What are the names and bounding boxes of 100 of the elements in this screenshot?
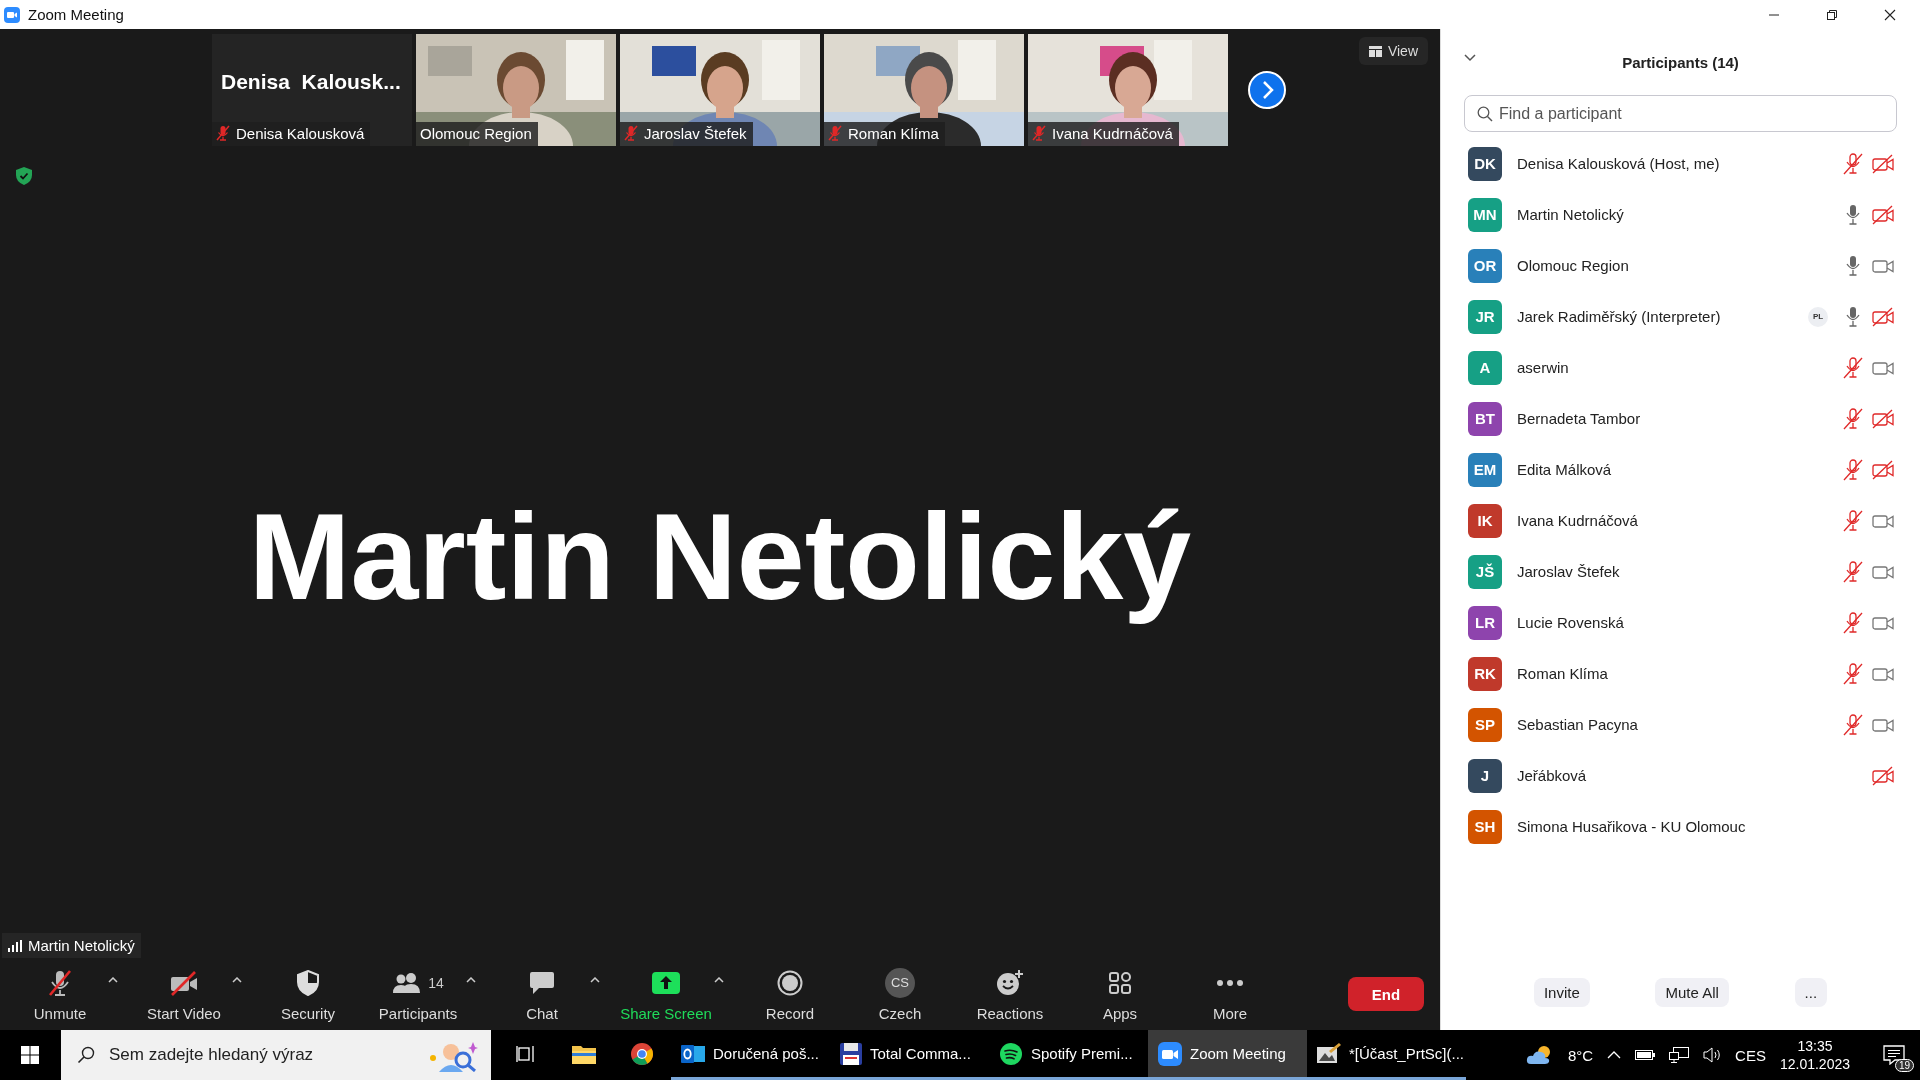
participant-name: Lucie Rovenská [1517, 614, 1625, 631]
participant-row[interactable]: DK Denisa Kalousková (Host, me) [1441, 138, 1920, 189]
camera-off-icon[interactable] [1872, 408, 1894, 429]
avatar: IK [1468, 503, 1502, 538]
muted-mic-icon[interactable] [1843, 509, 1863, 532]
toolbar-button[interactable]: Share Screen [618, 964, 714, 1024]
participant-row[interactable]: LR Lucie Rovenská [1441, 597, 1920, 648]
chevron-up-icon[interactable] [1607, 1051, 1622, 1059]
camera-off-icon[interactable] [1872, 306, 1894, 327]
avatar: JŠ [1468, 554, 1502, 589]
shield-icon [297, 969, 319, 996]
muted-mic-icon[interactable] [1843, 713, 1863, 736]
temperature[interactable]: 8°C [1567, 1046, 1594, 1064]
muted-mic-icon[interactable] [1843, 152, 1863, 175]
participant-name: Jaroslav Štefek [1517, 563, 1621, 580]
participant-name: Sebastian Pacyna [1517, 716, 1639, 733]
taskbar-button[interactable]: Total Comma... [830, 1030, 989, 1080]
close-icon[interactable] [1884, 8, 1896, 21]
windows-start-icon[interactable] [21, 1046, 39, 1064]
caret-icon[interactable] [108, 976, 118, 983]
speaker-name: Martin Netolický [248, 487, 1192, 627]
video-camera-icon [1158, 1041, 1182, 1066]
panel-button[interactable]: ... [1794, 977, 1828, 1007]
task-view-icon [516, 1044, 536, 1063]
camera-off-icon[interactable] [1872, 459, 1894, 480]
share-screen-icon [652, 971, 680, 994]
camera-off-icon[interactable] [1872, 204, 1894, 225]
participant-name: Bernadeta Tambor [1517, 410, 1642, 427]
shield-icon [16, 167, 32, 185]
participant-row[interactable]: A aserwin [1441, 342, 1920, 393]
folder-icon [572, 1043, 596, 1064]
taskbar-button[interactable]: *[Účast_PrtSc](... [1307, 1030, 1466, 1080]
taskbar-button[interactable]: Doručená poš... [671, 1030, 830, 1080]
toolbar-button[interactable]: Security [260, 964, 356, 1024]
caret-icon[interactable] [466, 976, 476, 983]
panel-button[interactable]: Mute All [1655, 977, 1729, 1007]
toolbar-button[interactable]: CS Czech [852, 964, 948, 1024]
panel-title: Participants (14) [1622, 53, 1739, 71]
input-language[interactable]: CES [1735, 1046, 1766, 1064]
caret-icon[interactable] [714, 976, 724, 983]
muted-mic-icon[interactable] [1843, 407, 1863, 430]
toolbar-button[interactable]: 14 Participants [370, 964, 466, 1024]
participant-row[interactable]: SH Simona Husařikova - KU Olomouc [1441, 801, 1920, 852]
participant-name: Denisa Kalousková (Host, me) [1517, 155, 1721, 172]
avatar: LR [1468, 605, 1502, 640]
clock[interactable]: 13:35 12.01.2023 [1779, 1037, 1850, 1073]
search-icon [77, 1046, 95, 1064]
chat-bubble-icon [529, 970, 555, 995]
toolbar-button[interactable]: Chat [494, 964, 590, 1024]
participant-name: Roman Klíma [848, 124, 939, 142]
avatar: BT [1468, 401, 1502, 436]
avatar: OR [1468, 248, 1502, 283]
caret-icon[interactable] [590, 976, 600, 983]
participant-count: 14 [428, 974, 444, 991]
toolbar-button[interactable]: Unmute [12, 964, 108, 1024]
participant-row[interactable]: JŠ Jaroslav Štefek [1441, 546, 1920, 597]
clock-time: 13:35 [1797, 1037, 1833, 1055]
chevron-icon[interactable] [1464, 54, 1476, 62]
participant-row[interactable]: SP Sebastian Pacyna [1441, 699, 1920, 750]
muted-mic-icon[interactable] [1843, 662, 1863, 685]
participant-row[interactable]: JR Jarek Radiměřský (Interpreter) PL [1441, 291, 1920, 342]
participant-row[interactable]: J Jeřábková [1441, 750, 1920, 801]
toolbar-button[interactable]: Start Video [136, 964, 232, 1024]
participant-row[interactable]: RK Roman Klíma [1441, 648, 1920, 699]
avatar: EM [1468, 452, 1502, 487]
muted-mic-icon[interactable] [1843, 560, 1863, 583]
record-icon [777, 969, 803, 996]
participant-row[interactable]: BT Bernadeta Tambor [1441, 393, 1920, 444]
more-icon [1216, 978, 1244, 987]
camera-off-icon[interactable] [1872, 153, 1894, 174]
camera-off-icon[interactable] [1872, 765, 1894, 786]
toolbar-button[interactable]: More [1182, 964, 1278, 1024]
participant-name: Jeřábková [1517, 767, 1588, 784]
muted-mic-icon[interactable] [1843, 458, 1863, 481]
taskbar-button[interactable]: Zoom Meeting [1148, 1030, 1307, 1080]
participant-name: Edita Málková [1517, 461, 1613, 478]
smiley-icon [996, 968, 1024, 997]
panel-button[interactable]: Invite [1533, 977, 1590, 1007]
network-icon[interactable] [1669, 1047, 1690, 1063]
participant-row[interactable]: EM Edita Málková [1441, 444, 1920, 495]
toolbar-button[interactable]: Record [742, 964, 838, 1024]
language-badge: PL [1808, 306, 1828, 327]
view-button[interactable]: View [1358, 37, 1428, 65]
search-field[interactable]: Sem zadejte hledaný výraz [61, 1030, 491, 1080]
end-button[interactable]: End [1348, 977, 1424, 1011]
restore-icon[interactable] [1826, 8, 1838, 21]
battery-icon[interactable] [1635, 1049, 1656, 1061]
participant-name: Jarek Radiměřský (Interpreter) [1517, 308, 1722, 325]
volume-icon[interactable] [1703, 1047, 1722, 1063]
toolbar-button[interactable]: Reactions [962, 964, 1058, 1024]
toolbar-button[interactable]: Apps [1072, 964, 1168, 1024]
search-field[interactable]: Find a participant [1464, 95, 1897, 132]
muted-mic-icon[interactable] [1843, 611, 1863, 634]
participant-row[interactable]: OR Olomouc Region [1441, 240, 1920, 291]
participant-name: Roman Klíma [1517, 665, 1609, 682]
video-camera-icon [4, 6, 20, 23]
participant-row[interactable]: MN Martin Netolický [1441, 189, 1920, 240]
caret-icon[interactable] [232, 976, 242, 983]
muted-mic-icon[interactable] [1843, 356, 1863, 379]
participant-row[interactable]: IK Ivana Kudrnáčová [1441, 495, 1920, 546]
